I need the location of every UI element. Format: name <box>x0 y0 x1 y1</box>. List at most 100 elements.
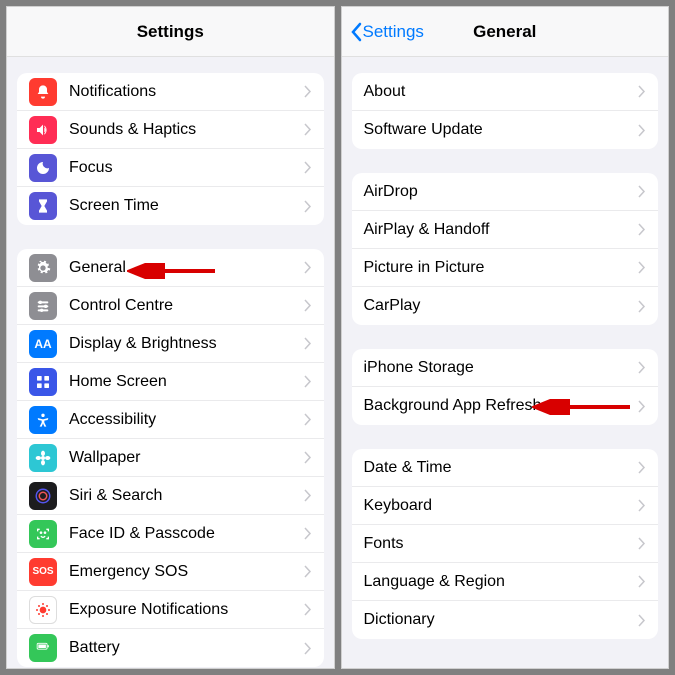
chevron-right-icon <box>638 361 646 374</box>
chevron-right-icon <box>304 161 312 174</box>
row-battery[interactable]: Battery <box>17 629 324 667</box>
row-label: Siri & Search <box>69 487 304 505</box>
chevron-right-icon <box>304 565 312 578</box>
control-centre-icon <box>29 292 57 320</box>
wallpaper-icon <box>29 444 57 472</box>
general-content: About Software Update AirDrop AirPlay & … <box>342 57 669 668</box>
chevron-right-icon <box>304 375 312 388</box>
row-face-id-passcode[interactable]: Face ID & Passcode <box>17 515 324 553</box>
row-label: Display & Brightness <box>69 335 304 353</box>
chevron-right-icon <box>638 499 646 512</box>
row-carplay[interactable]: CarPlay <box>352 287 659 325</box>
chevron-right-icon <box>304 200 312 213</box>
row-airplay-handoff[interactable]: AirPlay & Handoff <box>352 211 659 249</box>
chevron-right-icon <box>304 642 312 655</box>
notifications-icon <box>29 78 57 106</box>
row-general[interactable]: General <box>17 249 324 287</box>
chevron-right-icon <box>304 527 312 540</box>
general-icon <box>29 254 57 282</box>
general-panel: Settings General About Software Update A… <box>341 6 670 669</box>
row-label: AirPlay & Handoff <box>364 221 639 239</box>
chevron-right-icon <box>304 603 312 616</box>
row-accessibility[interactable]: Accessibility <box>17 401 324 439</box>
focus-icon <box>29 154 57 182</box>
row-background-app-refresh[interactable]: Background App Refresh <box>352 387 659 425</box>
row-label: Screen Time <box>69 197 304 215</box>
general-title: General <box>473 22 536 42</box>
row-sounds-haptics[interactable]: Sounds & Haptics <box>17 111 324 149</box>
row-label: Fonts <box>364 535 639 553</box>
row-siri-search[interactable]: Siri & Search <box>17 477 324 515</box>
row-notifications[interactable]: Notifications <box>17 73 324 111</box>
chevron-right-icon <box>638 300 646 313</box>
row-label: Sounds & Haptics <box>69 121 304 139</box>
row-label: Notifications <box>69 83 304 101</box>
sounds-icon <box>29 116 57 144</box>
back-label: Settings <box>363 22 424 42</box>
chevron-right-icon <box>304 451 312 464</box>
screen-time-icon <box>29 192 57 220</box>
row-exposure-notifications[interactable]: Exposure Notifications <box>17 591 324 629</box>
row-label: Exposure Notifications <box>69 601 304 619</box>
row-label: Face ID & Passcode <box>69 525 304 543</box>
settings-group-1: Notifications Sounds & Haptics Focus <box>17 73 324 225</box>
row-label: Home Screen <box>69 373 304 391</box>
row-label: Software Update <box>364 121 639 139</box>
settings-panel: Settings Notifications Sounds & Haptics <box>6 6 335 669</box>
settings-title: Settings <box>137 22 204 42</box>
chevron-right-icon <box>638 537 646 550</box>
back-button[interactable]: Settings <box>350 22 424 42</box>
row-label: Battery <box>69 639 304 657</box>
row-label: About <box>364 83 639 101</box>
chevron-right-icon <box>304 85 312 98</box>
home-screen-icon <box>29 368 57 396</box>
chevron-right-icon <box>638 185 646 198</box>
row-software-update[interactable]: Software Update <box>352 111 659 149</box>
row-control-centre[interactable]: Control Centre <box>17 287 324 325</box>
row-wallpaper[interactable]: Wallpaper <box>17 439 324 477</box>
chevron-right-icon <box>638 85 646 98</box>
chevron-right-icon <box>638 575 646 588</box>
chevron-right-icon <box>638 400 646 413</box>
settings-group-2: General Control Centre AA Display & Brig… <box>17 249 324 667</box>
row-iphone-storage[interactable]: iPhone Storage <box>352 349 659 387</box>
chevron-right-icon <box>638 223 646 236</box>
row-fonts[interactable]: Fonts <box>352 525 659 563</box>
settings-content: Notifications Sounds & Haptics Focus <box>7 57 334 668</box>
row-label: AirDrop <box>364 183 639 201</box>
row-screen-time[interactable]: Screen Time <box>17 187 324 225</box>
display-icon: AA <box>29 330 57 358</box>
row-language-region[interactable]: Language & Region <box>352 563 659 601</box>
row-label: Background App Refresh <box>364 397 639 415</box>
row-dictionary[interactable]: Dictionary <box>352 601 659 639</box>
row-label: General <box>69 259 304 277</box>
row-airdrop[interactable]: AirDrop <box>352 173 659 211</box>
row-label: Control Centre <box>69 297 304 315</box>
row-focus[interactable]: Focus <box>17 149 324 187</box>
row-label: Focus <box>69 159 304 177</box>
general-header: Settings General <box>342 7 669 57</box>
chevron-right-icon <box>304 299 312 312</box>
sos-icon: SOS <box>29 558 57 586</box>
row-date-time[interactable]: Date & Time <box>352 449 659 487</box>
row-label: Language & Region <box>364 573 639 591</box>
row-label: iPhone Storage <box>364 359 639 377</box>
row-display-brightness[interactable]: AA Display & Brightness <box>17 325 324 363</box>
row-label: Date & Time <box>364 459 639 477</box>
row-keyboard[interactable]: Keyboard <box>352 487 659 525</box>
accessibility-icon <box>29 406 57 434</box>
row-about[interactable]: About <box>352 73 659 111</box>
row-home-screen[interactable]: Home Screen <box>17 363 324 401</box>
general-group-1: About Software Update <box>352 73 659 149</box>
row-emergency-sos[interactable]: SOS Emergency SOS <box>17 553 324 591</box>
face-id-icon <box>29 520 57 548</box>
row-picture-in-picture[interactable]: Picture in Picture <box>352 249 659 287</box>
row-label: Wallpaper <box>69 449 304 467</box>
chevron-right-icon <box>304 337 312 350</box>
chevron-right-icon <box>304 413 312 426</box>
general-group-2: AirDrop AirPlay & Handoff Picture in Pic… <box>352 173 659 325</box>
chevron-right-icon <box>304 261 312 274</box>
row-label: CarPlay <box>364 297 639 315</box>
chevron-left-icon <box>350 22 362 42</box>
settings-header: Settings <box>7 7 334 57</box>
